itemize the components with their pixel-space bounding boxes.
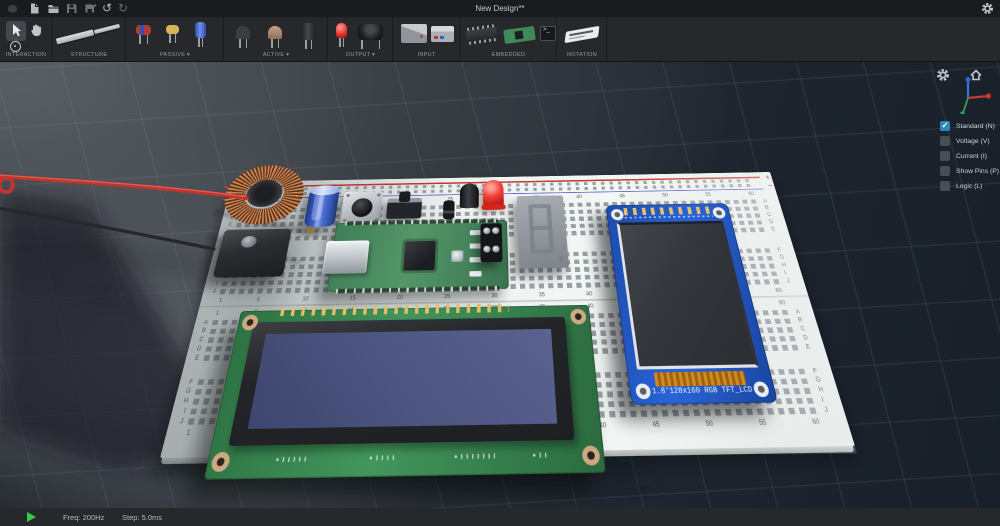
orbit-tool-icon[interactable]	[10, 41, 21, 52]
section-label-structure: STRUCTURE	[71, 52, 108, 58]
freq-value: Freq: 200Hz	[63, 513, 104, 522]
resistor-icon	[136, 25, 151, 35]
display-option-voltage-v[interactable]: Voltage (V)	[940, 136, 999, 147]
dip-chip-icon	[465, 27, 497, 42]
mcu-board-icon	[503, 26, 536, 44]
capacitor-icon	[195, 22, 206, 38]
wires	[0, 62, 1000, 508]
display-option-current-i[interactable]: Current (I)	[940, 151, 999, 162]
display-option-standard-n[interactable]: Standard (N)	[940, 121, 999, 132]
section-label-passive: PASSIVE	[160, 52, 185, 58]
resistor2-icon	[166, 25, 179, 34]
transistor-icon	[236, 26, 250, 39]
checkbox-label: Standard (N)	[956, 123, 995, 130]
terminal-icon: >_	[540, 26, 556, 41]
step-value: Step: 5.0ms	[122, 513, 162, 522]
checkbox[interactable]	[940, 166, 950, 176]
display-option-logic-l[interactable]: Logic (L)	[940, 181, 999, 192]
hand-tool-icon[interactable]	[29, 22, 43, 43]
settings-gear-icon[interactable]	[981, 2, 994, 15]
checkbox[interactable]	[940, 151, 950, 161]
checkbox[interactable]	[940, 181, 950, 191]
checkbox-label: Show Pins (P)	[956, 168, 999, 175]
checkbox-label: Voltage (V)	[956, 138, 990, 145]
red-wire[interactable]	[0, 176, 247, 198]
section-label-output: OUTPUT	[346, 52, 370, 58]
breadboard-strip-icon	[56, 29, 94, 44]
cursor-tool-button[interactable]	[6, 21, 26, 41]
section-label-input: INPUT	[418, 52, 436, 58]
breadboard-strip-icon-2	[94, 24, 120, 34]
transistor2-icon	[268, 26, 282, 39]
section-label-interaction: INTERACTION	[6, 52, 47, 58]
led-icon	[336, 23, 347, 38]
red-wire-loop[interactable]	[0, 178, 13, 192]
checkbox-label: Current (I)	[956, 153, 987, 160]
status-bar: Freq: 200Hz Step: 5.0ms	[0, 508, 1000, 526]
display-options-panel: Standard (N) Voltage (V) Current (I) Show P…	[940, 121, 999, 196]
power-supply-icon	[431, 26, 454, 42]
input-module-icon	[401, 24, 427, 43]
play-icon[interactable]	[27, 512, 36, 522]
viewport-3d[interactable]: + − AABBCCDDEEFFGGHHIIJJAABBCCDDEEFFGGHH…	[0, 62, 1000, 508]
title-bar: ↺ ↻ New Design**	[0, 0, 1000, 17]
label-tag-icon	[564, 26, 599, 43]
checkbox[interactable]	[940, 121, 950, 131]
display-option-show-pins-p[interactable]: Show Pins (P)	[940, 166, 999, 177]
axis-gizmo[interactable]	[946, 70, 992, 114]
buzzer-icon	[358, 24, 383, 40]
transistor3-icon	[302, 23, 315, 40]
component-toolbar: >_ INTERACTION STRUCTURE PASSIVE ▾ ACTIV…	[0, 17, 1000, 62]
document-title: New Design**	[0, 0, 1000, 17]
checkbox-label: Logic (L)	[956, 183, 982, 190]
checkbox[interactable]	[940, 136, 950, 146]
section-label-embedded: EMBEDDED	[492, 52, 526, 58]
black-wire[interactable]	[0, 208, 214, 249]
section-label-active: ACTIVE	[263, 52, 285, 58]
section-label-notation: NOTATION	[567, 52, 597, 58]
